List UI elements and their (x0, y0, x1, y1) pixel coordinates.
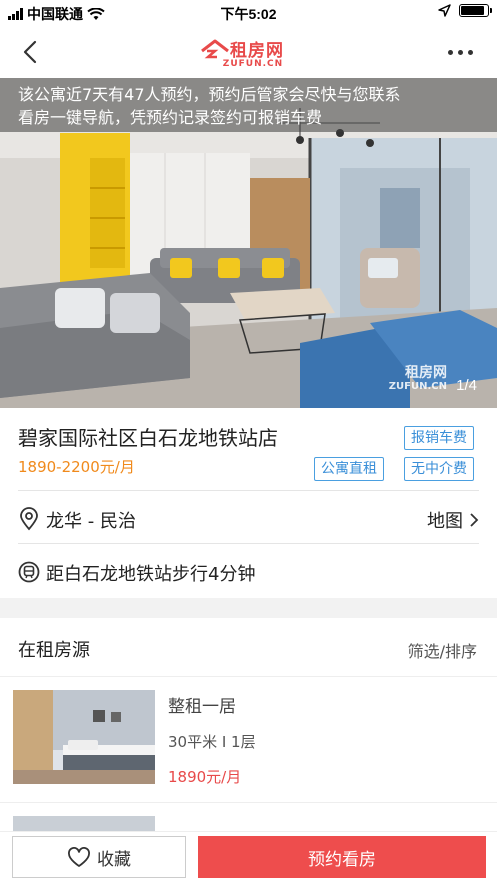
tag-direct-rent: 公寓直租 (314, 457, 384, 481)
divider (0, 802, 497, 803)
nav-bar: 租房网 ZUFUN.CN (0, 26, 497, 78)
favorite-label: 收藏 (97, 849, 131, 870)
more-menu-icon[interactable] (448, 50, 473, 55)
location-arrow-icon (438, 4, 451, 17)
filter-sort-button[interactable]: 筛选/排序 (408, 638, 477, 662)
apartment-photo[interactable]: 该公寓近7天有47人预约，预约后管家会尽快与您联系 看房一键导航，凭预约记录签约… (0, 78, 497, 408)
metro-icon (18, 561, 40, 583)
tag-travel-reimburse: 报销车费 (404, 426, 474, 450)
listing-price: 1890元/月 (168, 768, 242, 786)
divider (0, 676, 497, 677)
battery-level (461, 6, 485, 15)
location-pin-icon (20, 507, 38, 531)
apartment-title: 碧家国际社区白石龙地铁站店 (18, 426, 278, 450)
back-button[interactable] (18, 38, 44, 66)
battery-icon (459, 4, 492, 17)
map-label: 地图 (427, 511, 463, 532)
transit-label: 距白石龙地铁站步行4分钟 (46, 564, 256, 585)
heart-icon (68, 846, 90, 867)
notice-line-1: 该公寓近7天有47人预约，预约后管家会尽快与您联系 (18, 85, 401, 104)
listings-header: 在租房源 (18, 640, 90, 661)
status-right (438, 4, 492, 17)
listing-meta: 30平米 I 1层 (168, 733, 256, 751)
bedroom-image (13, 690, 155, 784)
divider (18, 490, 479, 491)
logo-subtext: ZUFUN.CN (222, 59, 284, 69)
photo-counter: 1/4 (456, 377, 477, 394)
house-logo-icon (201, 39, 229, 58)
booking-notice: 该公寓近7天有47人预约，预约后管家会尽快与您联系 看房一键导航，凭预约记录签约… (0, 78, 497, 132)
listing-thumbnail[interactable] (13, 690, 155, 784)
listing-title[interactable]: 整租一居 (168, 692, 236, 717)
status-time: 下午5:02 (220, 6, 277, 22)
chevron-right-icon (470, 513, 479, 527)
district-label: 龙华 - 民治 (46, 511, 136, 532)
apartment-info: 碧家国际社区白石龙地铁站店 1890-2200元/月 报销车费 公寓直租 无中介… (0, 408, 497, 598)
status-bar: 中国联通 下午5:02 (0, 0, 497, 26)
book-viewing-button[interactable]: 预约看房 (198, 836, 486, 878)
photo-watermark: 租房网 ZUFUN.CN (389, 366, 447, 394)
logo-text: 租房网 (230, 41, 284, 61)
tag-no-agency-fee: 无中介费 (404, 457, 474, 481)
price-range: 1890-2200元/月 (18, 458, 135, 476)
map-link[interactable]: 地图 (427, 507, 479, 533)
watermark-text: 租房网 (405, 365, 447, 381)
favorite-button[interactable]: 收藏 (12, 836, 186, 878)
watermark-subtext: ZUFUN.CN (388, 381, 447, 392)
site-logo: 租房网 ZUFUN.CN (200, 36, 284, 69)
bottom-action-bar: 收藏 预约看房 (0, 831, 497, 883)
notice-line-2: 看房一键导航，凭预约记录签约可报销车费 (18, 108, 323, 127)
divider (18, 543, 479, 544)
